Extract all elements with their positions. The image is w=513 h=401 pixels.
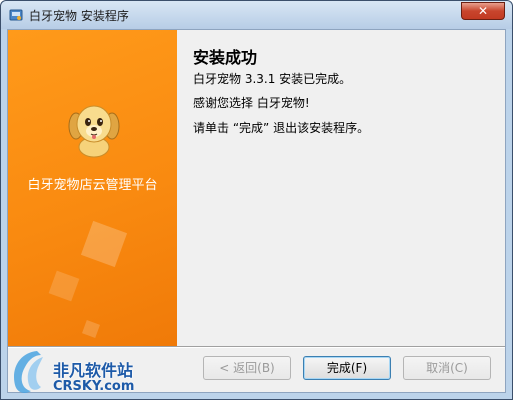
watermark-brand: 非凡软件站 xyxy=(53,361,134,380)
decorative-square xyxy=(82,320,100,338)
content-area: 安装成功 白牙宠物 3.3.1 安装已完成。 感谢您选择 白牙宠物! 请单击 “… xyxy=(177,30,505,346)
title-bar[interactable]: 白牙宠物 安装程序 ✕ xyxy=(1,1,512,29)
instruction-text: 请单击 “完成” 退出该安装程序。 xyxy=(193,121,370,135)
page-title: 安装成功 xyxy=(193,48,258,67)
cancel-button[interactable]: 取消(C) xyxy=(403,356,491,380)
install-complete-text: 白牙宠物 3.3.1 安装已完成。 xyxy=(193,72,352,86)
watermark: 非凡软件站 CRSKY.com xyxy=(1,339,166,401)
installer-window: 白牙宠物 安装程序 ✕ 白牙宠物店云管理平台 安装成功 白牙宠物 3.3.1 安… xyxy=(0,0,513,400)
back-button[interactable]: < 返回(B) xyxy=(203,356,291,380)
side-banner: 白牙宠物店云管理平台 xyxy=(8,30,177,346)
thanks-text: 感谢您选择 白牙宠物! xyxy=(193,96,310,110)
close-button[interactable]: ✕ xyxy=(461,2,505,20)
decorative-square xyxy=(80,220,128,268)
dog-mascot-icon xyxy=(68,105,120,158)
decorative-square xyxy=(48,270,80,302)
finish-button[interactable]: 完成(F) xyxy=(303,356,391,380)
window-title: 白牙宠物 安装程序 xyxy=(29,9,129,23)
crsky-logo-icon xyxy=(13,351,43,393)
watermark-domain: CRSKY.com xyxy=(53,379,135,394)
close-icon: ✕ xyxy=(477,4,489,18)
product-platform-title: 白牙宠物店云管理平台 xyxy=(27,178,158,193)
installer-app-icon xyxy=(9,9,23,21)
